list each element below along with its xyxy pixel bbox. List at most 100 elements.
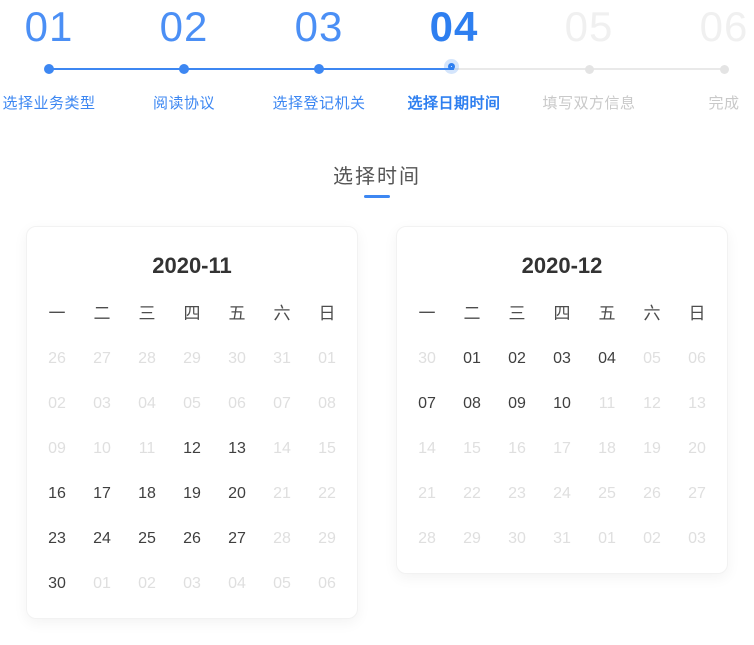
calendar-day-disabled: 05	[170, 381, 215, 426]
calendar-panel: 2020-11一二三四五六日26272829303101020304050607…	[0, 226, 754, 619]
weekday-header: 日	[305, 291, 350, 336]
weekday-header: 三	[125, 291, 170, 336]
calendar-day-selectable[interactable]: 24	[80, 516, 125, 561]
step-dot-icon	[179, 64, 189, 74]
calendar-day-disabled: 24	[540, 471, 585, 516]
calendar-grid: 一二三四五六日300102030405060708091011121314151…	[405, 291, 720, 561]
calendar-day-selectable[interactable]: 17	[80, 471, 125, 516]
stepper-step-03[interactable]: 03 选择登记机关	[251, 0, 387, 120]
calendar-day-disabled: 04	[125, 381, 170, 426]
calendar-card-2020-11: 2020-11一二三四五六日26272829303101020304050607…	[26, 226, 358, 619]
step-dot-active-icon	[448, 63, 455, 70]
stepper-step-05: 05填写双方信息	[521, 0, 657, 120]
weekday-header: 三	[495, 291, 540, 336]
step-label: 选择登记机关	[251, 92, 387, 113]
calendar-day-selectable[interactable]: 26	[170, 516, 215, 561]
step-label: 完成	[656, 92, 754, 113]
calendar-day-selectable[interactable]: 25	[125, 516, 170, 561]
calendar-day-selectable[interactable]: 27	[215, 516, 260, 561]
calendar-day-selectable[interactable]: 01	[450, 336, 495, 381]
weekday-header: 四	[540, 291, 585, 336]
calendar-day-selectable[interactable]: 23	[35, 516, 80, 561]
calendar-day-disabled: 19	[630, 426, 675, 471]
weekday-header: 六	[630, 291, 675, 336]
calendar-day-disabled: 28	[125, 336, 170, 381]
step-dot-icon	[720, 65, 729, 74]
step-number: 03	[251, 0, 387, 54]
calendar-day-selectable[interactable]: 30	[35, 561, 80, 606]
calendar-day-disabled: 26	[630, 471, 675, 516]
calendar-day-selectable[interactable]: 12	[170, 426, 215, 471]
calendar-day-disabled: 03	[80, 381, 125, 426]
calendar-day-disabled: 12	[630, 381, 675, 426]
calendar-day-disabled: 08	[305, 381, 350, 426]
calendar-day-disabled: 18	[585, 426, 630, 471]
stepper-step-04: 04选择日期时间	[386, 0, 522, 120]
step-number: 01	[0, 0, 117, 54]
section-title: 选择时间	[0, 160, 754, 189]
calendar-day-selectable[interactable]: 18	[125, 471, 170, 516]
step-label: 选择日期时间	[386, 92, 522, 113]
calendar-day-disabled: 27	[80, 336, 125, 381]
step-dot-icon	[585, 65, 594, 74]
weekday-header: 一	[405, 291, 450, 336]
weekday-header: 日	[675, 291, 720, 336]
calendar-day-selectable[interactable]: 02	[495, 336, 540, 381]
calendar-day-selectable[interactable]: 16	[35, 471, 80, 516]
section-title-underline	[364, 195, 390, 198]
step-dot-icon	[314, 64, 324, 74]
weekday-header: 二	[450, 291, 495, 336]
calendar-week-row: 28293031010203	[405, 516, 720, 561]
calendar-day-disabled: 03	[170, 561, 215, 606]
calendar-day-disabled: 01	[305, 336, 350, 381]
calendar-day-disabled: 31	[540, 516, 585, 561]
weekday-header-row: 一二三四五六日	[405, 291, 720, 336]
calendar-day-disabled: 22	[305, 471, 350, 516]
calendar-day-disabled: 06	[215, 381, 260, 426]
stepper-step-01[interactable]: 01 选择业务类型	[0, 0, 117, 120]
calendar-day-selectable[interactable]: 03	[540, 336, 585, 381]
step-number: 06	[656, 0, 754, 54]
calendar-day-disabled: 02	[35, 381, 80, 426]
calendar-day-disabled: 15	[305, 426, 350, 471]
weekday-header: 六	[260, 291, 305, 336]
calendar-day-disabled: 29	[450, 516, 495, 561]
calendar-day-disabled: 14	[260, 426, 305, 471]
calendar-card-2020-12: 2020-12 一二三四五六日30010203040506070809101112…	[396, 226, 728, 574]
calendar-day-selectable[interactable]: 09	[495, 381, 540, 426]
calendar-day-disabled: 16	[495, 426, 540, 471]
calendar-day-disabled: 17	[540, 426, 585, 471]
step-label: 选择业务类型	[0, 92, 117, 113]
calendar-day-selectable[interactable]: 19	[170, 471, 215, 516]
calendar-week-row: 30010203040506	[405, 336, 720, 381]
calendar-week-row: 14151617181920	[405, 426, 720, 471]
calendar-day-selectable[interactable]: 07	[405, 381, 450, 426]
calendar-day-disabled: 11	[125, 426, 170, 471]
calendar-month-title: 2020-12	[397, 251, 727, 281]
weekday-header: 二	[80, 291, 125, 336]
calendar-day-disabled: 30	[405, 336, 450, 381]
calendar-day-disabled: 04	[215, 561, 260, 606]
calendar-day-disabled: 01	[80, 561, 125, 606]
calendar-day-disabled: 26	[35, 336, 80, 381]
calendar-day-disabled: 20	[675, 426, 720, 471]
calendar-day-disabled: 28	[260, 516, 305, 561]
calendar-month-title: 2020-11	[27, 251, 357, 281]
calendar-day-selectable[interactable]: 13	[215, 426, 260, 471]
calendar-day-disabled: 07	[260, 381, 305, 426]
weekday-header: 五	[585, 291, 630, 336]
calendar-day-selectable[interactable]: 10	[540, 381, 585, 426]
calendar-day-selectable[interactable]: 20	[215, 471, 260, 516]
step-number: 02	[116, 0, 252, 54]
wizard-stepper: 01 选择业务类型02阅读协议03 选择登记机关04选择日期时间05填写双方信息06…	[0, 0, 754, 120]
calendar-day-disabled: 02	[630, 516, 675, 561]
calendar-day-disabled: 21	[260, 471, 305, 516]
calendar-day-disabled: 11	[585, 381, 630, 426]
stepper-step-02[interactable]: 02阅读协议	[116, 0, 252, 120]
calendar-day-selectable[interactable]: 08	[450, 381, 495, 426]
calendar-day-disabled: 30	[495, 516, 540, 561]
calendar-week-row: 30010203040506	[35, 561, 350, 606]
calendar-day-selectable[interactable]: 04	[585, 336, 630, 381]
calendar-day-disabled: 22	[450, 471, 495, 516]
weekday-header-row: 一二三四五六日	[35, 291, 350, 336]
